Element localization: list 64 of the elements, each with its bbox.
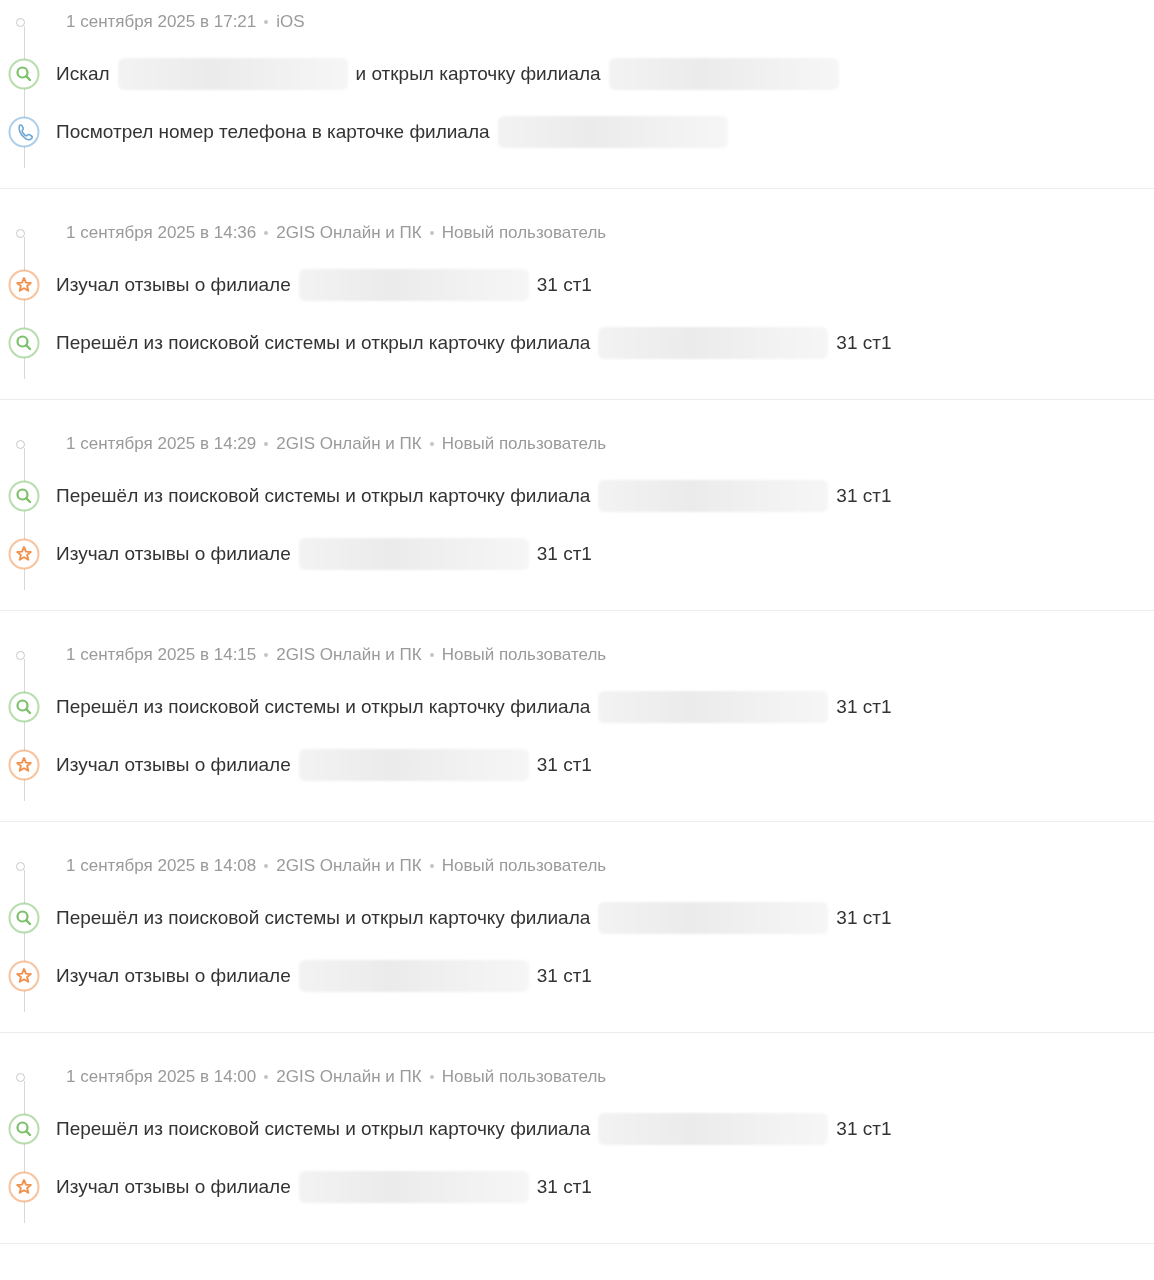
user-type: Новый пользователь bbox=[441, 1067, 607, 1087]
event-text: Перешёл из поисковой системы и открыл карточку филиала bbox=[56, 332, 591, 354]
search-icon bbox=[8, 480, 40, 512]
event-text: 31 ст1 bbox=[536, 754, 592, 776]
search-icon bbox=[8, 58, 40, 90]
event-text: Изучал отзывы о филиале bbox=[56, 274, 291, 296]
event-text: Изучал отзывы о филиале bbox=[56, 543, 291, 565]
separator-dot bbox=[264, 20, 269, 24]
event-text: Перешёл из поисковой системы и открыл карточку филиала bbox=[56, 485, 591, 507]
event-text: Изучал отзывы о филиале bbox=[56, 965, 291, 987]
event-text: 31 ст1 bbox=[536, 1176, 592, 1198]
search-icon bbox=[8, 902, 40, 934]
separator-dot bbox=[429, 442, 434, 446]
separator-dot bbox=[429, 231, 434, 235]
session-date: 1 сентября 2025 в 14:00 bbox=[66, 1067, 257, 1087]
separator-dot bbox=[429, 653, 434, 657]
timeline-dot bbox=[16, 1072, 25, 1082]
session-platform: 2GIS Онлайн и ПК bbox=[276, 645, 422, 665]
event-text: и открыл карточку филиала bbox=[355, 63, 601, 85]
session-date: 1 сентября 2025 в 14:08 bbox=[66, 856, 257, 876]
separator-dot bbox=[429, 864, 434, 868]
event-text: 31 ст1 bbox=[836, 485, 892, 507]
phone-icon bbox=[8, 116, 40, 148]
session-date: 1 сентября 2025 в 14:15 bbox=[66, 645, 257, 665]
event-text: Искал bbox=[56, 63, 110, 85]
session-platform: 2GIS Онлайн и ПК bbox=[276, 1067, 422, 1087]
event-text: 31 ст1 bbox=[536, 543, 592, 565]
timeline-dot bbox=[16, 17, 25, 27]
session-platform: 2GIS Онлайн и ПК bbox=[276, 223, 422, 243]
timeline-dot bbox=[16, 650, 25, 660]
user-type: Новый пользователь bbox=[441, 434, 607, 454]
separator-dot bbox=[429, 1075, 434, 1079]
user-type: Новый пользователь bbox=[441, 856, 607, 876]
search-icon bbox=[8, 327, 40, 359]
separator-dot bbox=[264, 231, 269, 235]
separator-dot bbox=[264, 653, 269, 657]
session-platform: iOS bbox=[276, 12, 305, 32]
session-platform: 2GIS Онлайн и ПК bbox=[276, 434, 422, 454]
event-text: 31 ст1 bbox=[836, 332, 892, 354]
user-type: Новый пользователь bbox=[441, 645, 607, 665]
event-text: 31 ст1 bbox=[536, 965, 592, 987]
event-text: 31 ст1 bbox=[836, 907, 892, 929]
event-text: Перешёл из поисковой системы и открыл карточку филиала bbox=[56, 907, 591, 929]
search-icon bbox=[8, 1113, 40, 1145]
separator-dot bbox=[264, 442, 269, 446]
timeline-dot bbox=[16, 439, 25, 449]
event-text: 31 ст1 bbox=[536, 274, 592, 296]
timeline-dot bbox=[16, 861, 25, 871]
event-text: Перешёл из поисковой системы и открыл карточку филиала bbox=[56, 1118, 591, 1140]
session-date: 1 сентября 2025 в 14:29 bbox=[66, 434, 257, 454]
separator-dot bbox=[264, 1075, 269, 1079]
timeline-dot bbox=[16, 228, 25, 238]
session-date: 1 сентября 2025 в 14:36 bbox=[66, 223, 257, 243]
event-text: Изучал отзывы о филиале bbox=[56, 754, 291, 776]
search-icon bbox=[8, 691, 40, 723]
session-platform: 2GIS Онлайн и ПК bbox=[276, 856, 422, 876]
event-text: Изучал отзывы о филиале bbox=[56, 1176, 291, 1198]
session-date: 1 сентября 2025 в 17:21 bbox=[66, 12, 257, 32]
user-type: Новый пользователь bbox=[441, 223, 607, 243]
event-text: Перешёл из поисковой системы и открыл карточку филиала bbox=[56, 696, 591, 718]
separator-dot bbox=[264, 864, 269, 868]
event-text: Посмотрел номер телефона в карточке филиала bbox=[56, 121, 490, 143]
event-text: 31 ст1 bbox=[836, 1118, 892, 1140]
event-text: 31 ст1 bbox=[836, 696, 892, 718]
